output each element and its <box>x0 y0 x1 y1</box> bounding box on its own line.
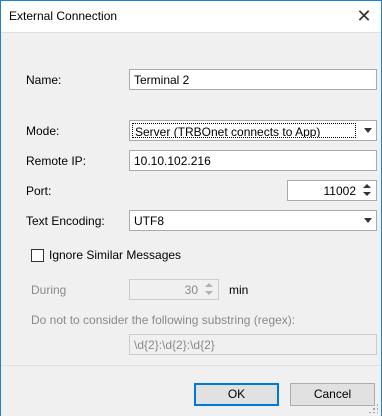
spin-down-icon[interactable] <box>363 192 371 196</box>
window-title: External Connection <box>9 9 118 23</box>
port-stepper[interactable]: 11002 <box>287 180 377 201</box>
regex-field[interactable]: \d{2}:\d{2}:\d{2} <box>129 334 377 355</box>
ok-button[interactable]: OK <box>194 383 279 406</box>
name-label: Name: <box>26 73 62 87</box>
title-bar[interactable]: External Connection ✕ <box>1 1 381 32</box>
text-encoding-label: Text Encoding: <box>26 214 105 228</box>
spin-down-icon[interactable] <box>205 291 213 295</box>
mode-label: Mode: <box>26 124 60 138</box>
mode-selected-value: Server (TRBOnet connects to App) <box>132 123 356 138</box>
spin-up-icon[interactable] <box>205 283 213 287</box>
external-connection-dialog: External Connection ✕ Name: Terminal 2 M… <box>0 0 382 416</box>
dialog-body: Name: Terminal 2 Mode: Server (TRBOnet c… <box>1 32 381 365</box>
text-encoding-select[interactable]: UTF8 <box>129 210 377 231</box>
spin-arrows-icon[interactable] <box>360 182 374 199</box>
button-bar: OK Cancel <box>1 365 381 416</box>
spin-up-icon[interactable] <box>363 184 371 188</box>
mode-select[interactable]: Server (TRBOnet connects to App) <box>129 120 377 141</box>
close-icon[interactable]: ✕ <box>353 5 375 27</box>
during-label: During <box>31 283 67 297</box>
during-unit-label: min <box>229 283 249 297</box>
during-stepper[interactable]: 30 <box>129 279 219 300</box>
remote-ip-label: Remote IP: <box>26 154 87 168</box>
port-value: 11002 <box>323 184 356 198</box>
port-label: Port: <box>26 184 52 198</box>
chevron-down-icon[interactable] <box>364 128 372 133</box>
spin-arrows-icon[interactable] <box>202 281 216 298</box>
cancel-button[interactable]: Cancel <box>290 383 375 406</box>
regex-label: Do not to consider the following substri… <box>31 313 296 327</box>
ignore-similar-label[interactable]: Ignore Similar Messages <box>49 248 181 262</box>
remote-ip-field[interactable]: 10.10.102.216 <box>129 150 377 171</box>
during-value: 30 <box>184 283 198 297</box>
ignore-similar-checkbox[interactable] <box>31 249 44 262</box>
name-field[interactable]: Terminal 2 <box>129 69 377 90</box>
chevron-down-icon[interactable] <box>364 218 372 223</box>
text-encoding-selected-value: UTF8 <box>134 214 164 228</box>
